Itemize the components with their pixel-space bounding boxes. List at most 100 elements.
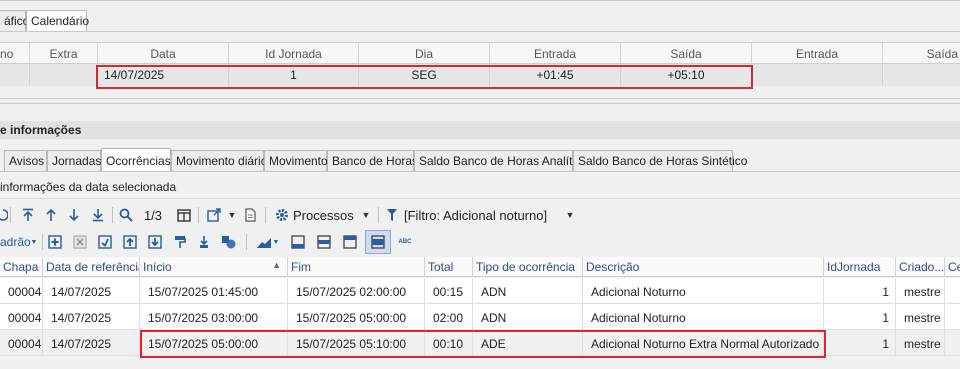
col-header-extra[interactable]: Extra	[30, 43, 98, 63]
separator	[42, 234, 43, 250]
cell-total: 00:15	[425, 278, 473, 304]
cell-saida: +05:10	[621, 64, 752, 86]
cell-inicio: 15/07/2025 01:45:00	[140, 278, 288, 304]
occurrences-grid-header: Chapa Data de referência Início ▲ Fim To…	[0, 257, 960, 277]
filter-selector[interactable]: [Filtro: Adicional noturno]	[404, 202, 559, 228]
document-icon[interactable]	[242, 202, 258, 228]
table-row[interactable]: 00004 14/07/2025 15/07/2025 01:45:00 15/…	[0, 278, 960, 304]
tab-banco-de-horas[interactable]: Banco de Horas	[327, 150, 418, 171]
cell-data-referencia: 14/07/2025	[43, 304, 140, 330]
col-header-data-referencia[interactable]: Data de referência	[43, 257, 140, 277]
delete-icon[interactable]	[72, 229, 88, 255]
filter-dropdown-icon[interactable]: ▼	[564, 202, 576, 228]
cell-id-jornada: 1	[824, 330, 896, 356]
cell-ce	[945, 304, 960, 330]
cell-entrada: +01:45	[490, 64, 621, 86]
separator	[10, 207, 11, 223]
scroll-divider	[0, 98, 960, 99]
move-down-icon[interactable]	[147, 229, 163, 255]
col-header-criado[interactable]: Criado...	[896, 257, 945, 277]
col-header-no[interactable]: no	[0, 43, 30, 63]
col-header-inicio-label: Início	[143, 260, 172, 274]
tab-ocorrencias[interactable]: Ocorrências	[101, 148, 171, 171]
subtitle-divider	[0, 198, 960, 199]
col-header-descricao[interactable]: Descrição	[583, 257, 824, 277]
tab-saldo-analitico[interactable]: Saldo Banco de Horas Analítico	[414, 150, 588, 171]
table-row[interactable]: 00004 14/07/2025 15/07/2025 05:00:00 15/…	[0, 330, 960, 356]
toolbar-edit: adrão ▼ ▼ ABC	[0, 229, 960, 255]
filter-icon[interactable]	[384, 202, 400, 228]
shapes-icon[interactable]	[220, 229, 238, 255]
cell-fim: 15/07/2025 05:10:00	[288, 330, 425, 356]
col-header-entrada-2[interactable]: Entrada	[752, 43, 883, 63]
cell-chapa: 00004	[0, 330, 43, 356]
col-header-inicio[interactable]: Início ▲	[140, 257, 288, 277]
col-header-entrada[interactable]: Entrada	[490, 43, 621, 63]
tab-jornadas[interactable]: Jornadas	[47, 150, 101, 171]
chart-icon[interactable]	[255, 229, 273, 255]
layout-dropdown-icon[interactable]: ▼	[30, 229, 38, 255]
cell-id-jornada: 1	[824, 304, 896, 330]
col-header-id-jornada[interactable]: Id Jornada	[229, 43, 359, 63]
align-top-icon[interactable]	[342, 229, 358, 255]
next-record-icon[interactable]	[66, 202, 82, 228]
cell-dia: SEG	[359, 64, 490, 86]
edit-icon[interactable]	[97, 229, 113, 255]
cell-inicio: 15/07/2025 05:00:00	[140, 330, 288, 356]
col-header-data[interactable]: Data	[98, 43, 229, 63]
toolbar-main: 1/3 ▼ Processos ▼ [Filtro: Adicional not…	[0, 202, 960, 228]
tab-movimento[interactable]: Movimento	[264, 150, 328, 171]
col-header-ce[interactable]: Ce	[945, 257, 960, 277]
cell-descricao: Adicional Noturno Extra Normal Autorizad…	[583, 330, 824, 356]
add-icon[interactable]	[47, 229, 63, 255]
separator	[246, 234, 247, 250]
table-row[interactable]: 00004 14/07/2025 15/07/2025 03:00:00 15/…	[0, 304, 960, 330]
move-up-icon[interactable]	[122, 229, 138, 255]
previous-record-icon[interactable]	[43, 202, 59, 228]
refresh-icon[interactable]	[0, 202, 8, 228]
scroll-divider-2	[0, 103, 960, 104]
chart-dropdown-icon[interactable]: ▼	[272, 229, 280, 255]
align-bottom-icon[interactable]	[290, 229, 306, 255]
spellcheck-icon[interactable]: ABC	[395, 229, 415, 255]
processos-dropdown-icon[interactable]: ▼	[360, 202, 372, 228]
processos-button[interactable]: Processos	[293, 202, 355, 228]
paste-format-icon[interactable]	[196, 229, 212, 255]
col-header-fim[interactable]: Fim	[288, 257, 425, 277]
search-icon[interactable]	[118, 202, 134, 228]
col-header-dia[interactable]: Dia	[359, 43, 490, 63]
cell-entrada-2	[752, 64, 883, 86]
first-record-icon[interactable]	[20, 202, 36, 228]
cell-total: 00:10	[425, 330, 473, 356]
cell-tipo: ADE	[473, 330, 583, 356]
columns-icon[interactable]	[175, 202, 193, 228]
last-record-icon[interactable]	[90, 202, 106, 228]
col-header-saida[interactable]: Saída	[621, 43, 752, 63]
separator	[378, 207, 379, 223]
cell-ce	[945, 278, 960, 304]
tab-calendario[interactable]: Calendário	[26, 10, 89, 31]
col-header-id-jornada[interactable]: IdJornada	[824, 257, 896, 277]
tab-avisos[interactable]: Avisos	[4, 150, 47, 171]
export-icon[interactable]	[205, 202, 223, 228]
cell-criado: mestre	[896, 304, 945, 330]
cell-ce	[945, 330, 960, 356]
cell-inicio: 15/07/2025 03:00:00	[140, 304, 288, 330]
gear-icon[interactable]	[274, 202, 290, 228]
align-center-icon[interactable]	[365, 230, 391, 254]
col-header-chapa[interactable]: Chapa	[0, 257, 43, 277]
tab-saldo-sintetico[interactable]: Saldo Banco de Horas Sintético	[573, 150, 747, 171]
col-header-tipo-ocorrencia[interactable]: Tipo de ocorrência	[473, 257, 583, 277]
col-header-total[interactable]: Total	[425, 257, 473, 277]
layout-padrao-button[interactable]: adrão	[0, 229, 31, 255]
tab-grafico[interactable]: áfico	[0, 10, 29, 31]
cell-fim: 15/07/2025 05:00:00	[288, 304, 425, 330]
col-header-saida-2[interactable]: Saída	[883, 43, 960, 63]
cell-total: 02:00	[425, 304, 473, 330]
export-dropdown-icon[interactable]: ▼	[226, 202, 238, 228]
align-middle-icon[interactable]	[316, 229, 332, 255]
sort-ascending-icon[interactable]: ▲	[272, 260, 281, 270]
paint-roller-icon[interactable]	[172, 229, 188, 255]
tab-movimento-diario[interactable]: Movimento diário	[171, 150, 267, 171]
day-grid-row[interactable]: 14/07/2025 1 SEG +01:45 +05:10	[0, 64, 960, 86]
